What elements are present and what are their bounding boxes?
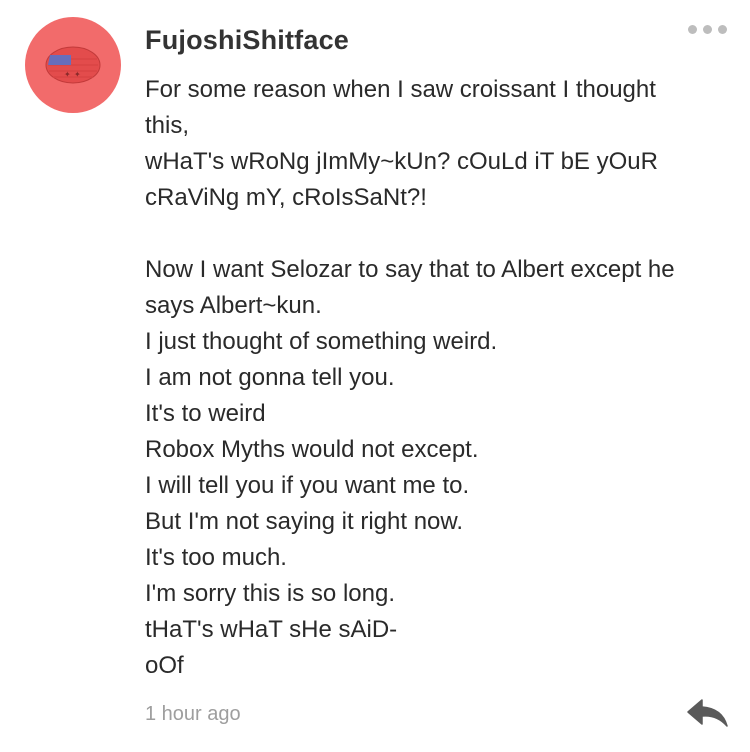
comment-line: Robox Myths would not except. <box>145 436 479 463</box>
avatar[interactable]: ✦ ✦ <box>25 17 121 113</box>
reply-button[interactable] <box>686 694 730 730</box>
comment-line: I am not gonna tell you. <box>145 364 395 391</box>
comment-line: It's too much. <box>145 544 287 571</box>
comment-line: I will tell you if you want me to. <box>145 472 470 499</box>
comment-line <box>145 216 735 252</box>
comment-line: But I'm not saying it right now. <box>145 508 464 535</box>
username[interactable]: FujoshiShitface <box>145 20 349 60</box>
comment-line: Now I want Selozar to say that to Albert… <box>145 256 675 283</box>
comment-line: says Albert~kun. <box>145 292 322 319</box>
more-dots-icon <box>703 25 712 34</box>
more-dots-icon <box>718 25 727 34</box>
comment-line: wHaT's wRoNg jImMy~kUn? cOuLd iT bE yOuR <box>145 148 658 175</box>
comment-body: For some reason when I saw croissant I t… <box>145 72 735 684</box>
timestamp: 1 hour ago <box>145 703 241 725</box>
comment-line: It's to weird <box>145 400 266 427</box>
flag-badge-icon: ✦ ✦ <box>45 46 101 84</box>
comment-line: I just thought of something weird. <box>145 328 498 355</box>
comment-line: oOf <box>145 652 184 679</box>
comment-line: I'm sorry this is so long. <box>145 580 395 607</box>
svg-text:✦: ✦ <box>64 70 71 79</box>
svg-text:✦: ✦ <box>74 70 81 79</box>
more-options-button[interactable] <box>686 22 730 42</box>
comment-line: For some reason when I saw croissant I t… <box>145 76 656 103</box>
reply-arrow-icon <box>687 699 728 727</box>
comment-line: this, <box>145 112 190 139</box>
comment-line: tHaT's wHaT sHe sAiD- <box>145 616 398 643</box>
comment-line: cRaViNg mY, cRoIsSaNt?! <box>145 184 427 211</box>
more-dots-icon <box>688 25 697 34</box>
comment-card: ✦ ✦ FujoshiShitface For some reason when… <box>0 0 750 752</box>
